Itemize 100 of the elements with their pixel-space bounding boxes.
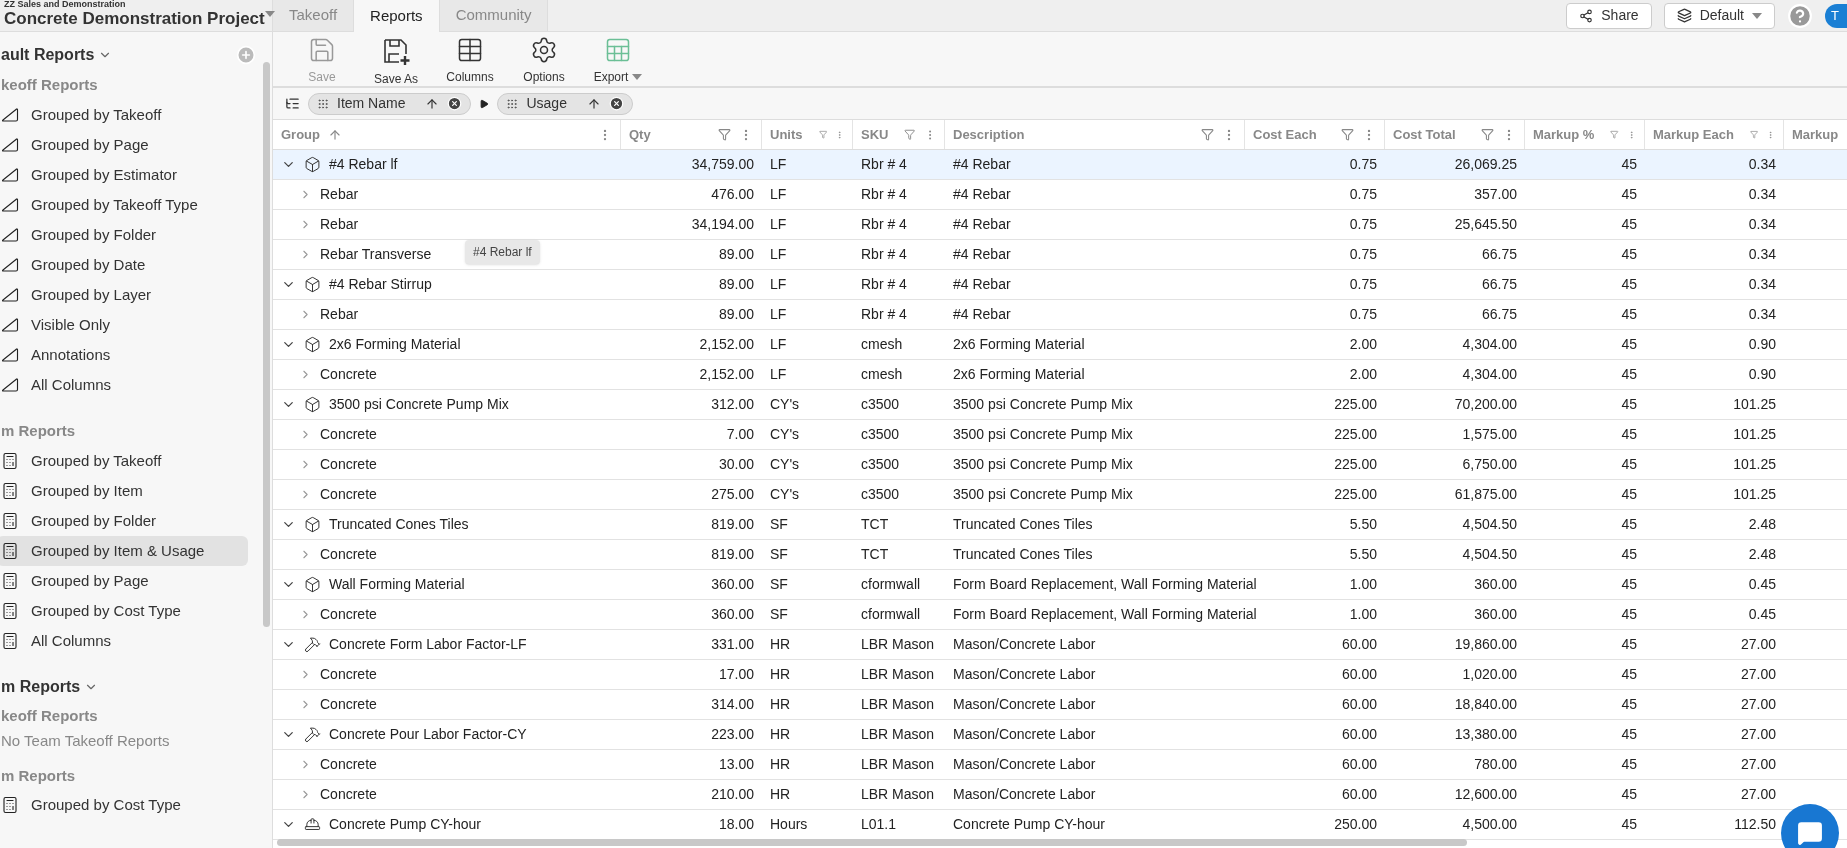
sidebar-item[interactable]: Visible Only — [0, 310, 248, 340]
drag-handle-icon[interactable] — [317, 97, 329, 110]
column-header[interactable]: Cost Each — [1245, 120, 1385, 149]
table-cell-text: 60.00 — [1341, 725, 1377, 744]
sidebar-item[interactable]: Grouped by Page — [0, 566, 248, 596]
table-cell-text: Concrete — [320, 755, 377, 774]
filter-icon[interactable] — [904, 128, 916, 141]
sort-up-icon[interactable] — [425, 96, 440, 111]
column-header[interactable]: Markup — [1784, 120, 1847, 149]
avatar[interactable]: T — [1825, 3, 1847, 28]
toolbar-button[interactable]: Save As — [363, 36, 429, 88]
sidebar-item[interactable]: Grouped by Estimator — [0, 160, 248, 190]
table-cell-text: 0.75 — [1349, 155, 1377, 174]
table-cell-text: 1,575.00 — [1462, 425, 1517, 444]
table-cell-text: 0.75 — [1349, 305, 1377, 324]
table-cell-text: 45 — [1621, 455, 1637, 474]
table-cell-text: 60.00 — [1341, 635, 1377, 654]
spreadsheet-icon — [604, 36, 632, 64]
sidebar-item[interactable]: Grouped by Takeoff — [0, 100, 248, 130]
filter-icon[interactable] — [1610, 128, 1619, 141]
table-cell-text: 819.00 — [711, 545, 754, 564]
sidebar-item[interactable]: All Columns — [0, 370, 248, 400]
table-cell-text: LBR Mason — [861, 665, 935, 684]
table-cell-text: 360.00 — [1474, 575, 1517, 594]
table-cell-text: 60.00 — [1341, 785, 1377, 804]
settings-icon — [530, 36, 558, 64]
table-cell-text: 101.25 — [1733, 455, 1776, 474]
sidebar-item[interactable]: Grouped by Cost Type — [0, 596, 248, 626]
scrollbar[interactable] — [277, 839, 1467, 846]
table-cell-text: HR — [770, 785, 791, 804]
table-cell-text: LBR Mason — [861, 755, 935, 774]
column-header[interactable]: Cost Total — [1385, 120, 1525, 149]
sidebar-item[interactable]: All Columns — [0, 626, 248, 656]
column-header[interactable]: Group — [273, 120, 621, 149]
filter-icon[interactable] — [718, 128, 731, 141]
sidebar-item[interactable]: Grouped by Page — [0, 130, 248, 160]
column-header[interactable]: Markup Each — [1645, 120, 1784, 149]
filter-icon[interactable] — [818, 128, 827, 141]
add-icon[interactable] — [236, 45, 256, 65]
table-cell-text: LF — [770, 275, 787, 294]
group-chip[interactable]: Item Name — [308, 92, 472, 115]
sidebar-item[interactable]: Grouped by Date — [0, 250, 248, 280]
column-header[interactable]: SKU — [853, 120, 945, 149]
column-header[interactable]: Markup % — [1525, 120, 1645, 149]
table-cell-text: 360.00 — [711, 605, 754, 624]
sidebar-item[interactable]: Grouped by Takeoff Type — [0, 190, 248, 220]
table-cell-text: LBR Mason — [861, 785, 935, 804]
table-cell-text: 4,304.00 — [1462, 335, 1517, 354]
sidebar-item[interactable]: Grouped by Item & Usage — [0, 536, 248, 566]
drag-handle-icon[interactable] — [506, 97, 519, 110]
group-list-icon[interactable] — [285, 96, 300, 111]
table-cell-text: Form Board Replacement, Wall Forming Material — [953, 605, 1257, 624]
tab[interactable]: Reports — [354, 0, 440, 33]
table-cell-text: 34,194.00 — [691, 215, 754, 234]
table-cell-text: LBR Mason — [861, 725, 935, 744]
sidebar-item[interactable]: Grouped by Folder — [0, 506, 248, 536]
chat-icon — [1797, 820, 1823, 846]
sidebar-item[interactable]: Annotations — [0, 340, 248, 370]
share-button[interactable]: Share — [1566, 2, 1652, 29]
filter-icon[interactable] — [1749, 128, 1759, 141]
table-row[interactable]: #4 Rebar lf 34,759.00 LF Rbr # 4 #4 Rebar 0.75 26,069.25 45 0.34 — [273, 150, 1847, 180]
toolbar-button[interactable]: Options — [511, 36, 577, 86]
scrollbar[interactable] — [263, 62, 270, 627]
toolbar-button[interactable]: Export — [585, 36, 651, 86]
sort-up-icon[interactable] — [586, 96, 601, 111]
close-icon[interactable] — [608, 96, 624, 111]
table-cell-text: 0.34 — [1748, 155, 1776, 174]
table-cell-text: 7.00 — [726, 425, 754, 444]
close-icon[interactable] — [447, 96, 463, 111]
help-icon[interactable] — [1787, 2, 1813, 29]
table-cell-text: 27.00 — [1740, 755, 1776, 774]
column-header[interactable]: Description — [945, 120, 1245, 149]
toolbar-button[interactable]: Columns — [437, 36, 503, 86]
table-cell-text: 45 — [1621, 635, 1637, 654]
table-cell-text: SF — [770, 545, 788, 564]
table-cell-text: Concrete Form Labor Factor-LF — [329, 635, 527, 654]
filter-icon[interactable] — [1481, 128, 1494, 141]
table-cell-text: 45 — [1621, 485, 1637, 504]
sidebar-item[interactable]: Grouped by Item — [0, 476, 248, 506]
sidebar-item[interactable]: Grouped by Layer — [0, 280, 248, 310]
table-cell-text: 0.75 — [1349, 185, 1377, 204]
table-cell-text: 27.00 — [1740, 635, 1776, 654]
project-title[interactable]: Concrete Demonstration Project — [4, 9, 265, 31]
tooltip: #4 Rebar lf — [465, 240, 540, 264]
filter-icon[interactable] — [1201, 128, 1214, 141]
table-cell-text: 89.00 — [718, 245, 754, 264]
table-cell-text: LF — [770, 245, 787, 264]
table-cell-text: 3500 psi Concrete Pump Mix — [953, 395, 1133, 414]
view-button[interactable]: Default — [1663, 2, 1775, 29]
table-cell-text: 45 — [1621, 365, 1637, 384]
column-header[interactable]: Units — [762, 120, 853, 149]
sidebar-item[interactable]: Grouped by Folder — [0, 220, 248, 250]
sidebar-item[interactable]: Grouped by Cost Type — [0, 790, 248, 820]
table-cell-text: 17.00 — [718, 665, 754, 684]
sidebar-item[interactable]: Grouped by Takeoff — [0, 446, 248, 476]
table-cell-text: Rebar Transverse — [320, 245, 432, 264]
filter-icon[interactable] — [1341, 128, 1354, 141]
column-header[interactable]: Qty — [621, 120, 762, 149]
table-cell-text: cformwall — [861, 605, 921, 624]
group-chip[interactable]: Usage — [497, 92, 633, 115]
